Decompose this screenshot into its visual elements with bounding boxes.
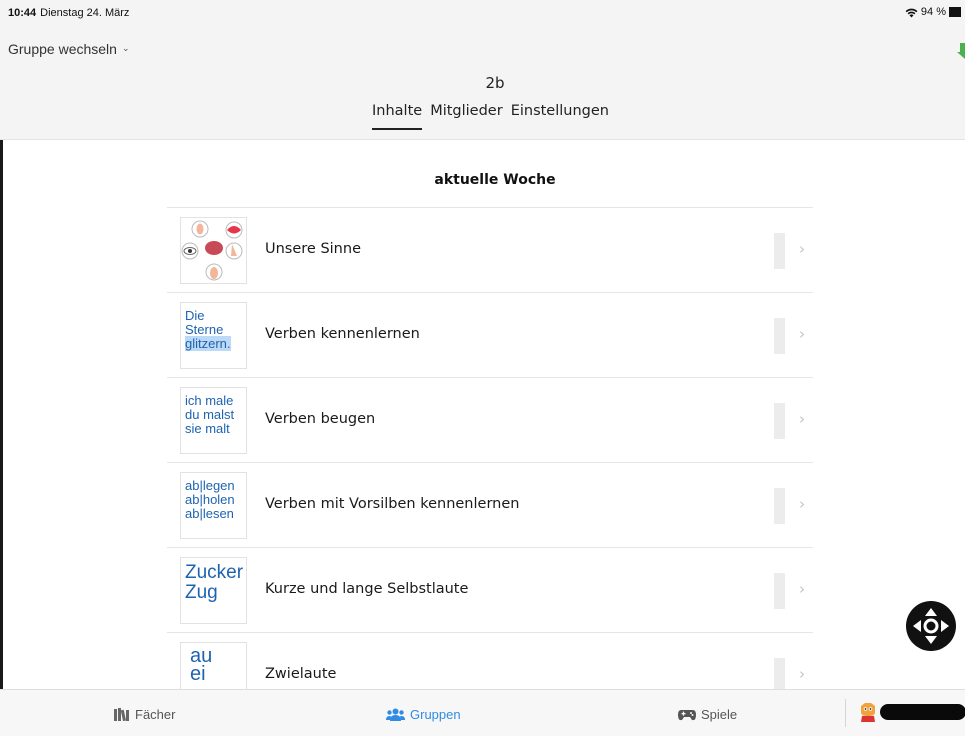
group-header: Gruppe wechseln ⌄ 2b Inhalte Mitglieder … bbox=[0, 30, 965, 140]
progress-bar bbox=[774, 318, 785, 354]
group-title: 2b bbox=[485, 74, 505, 92]
senses-illustration bbox=[181, 220, 243, 281]
thumb-line: Zug bbox=[185, 582, 218, 603]
tab-separator bbox=[845, 699, 846, 727]
bottom-tab-bar: Fächer Gruppen Spiele bbox=[0, 689, 965, 736]
tab-faecher[interactable]: Fächer bbox=[114, 707, 175, 722]
item-thumbnail: ich male du malst sie malt bbox=[180, 387, 247, 454]
battery-percent: 94 % bbox=[920, 6, 946, 18]
tab-mitglieder[interactable]: Mitglieder bbox=[430, 103, 503, 130]
progress-bar bbox=[774, 403, 785, 439]
chevron-down-icon: ⌄ bbox=[121, 42, 130, 53]
list-item[interactable]: Unsere Sinne › bbox=[167, 207, 813, 292]
thumbnail-text: au ei bbox=[190, 646, 212, 685]
direction-pad-icon bbox=[913, 608, 949, 644]
item-thumbnail: ab|legen ab|holen ab|lesen bbox=[180, 472, 247, 539]
item-thumbnail: Zucker Zug bbox=[180, 557, 247, 624]
wifi-icon bbox=[905, 8, 918, 17]
chevron-right-icon: › bbox=[799, 495, 805, 513]
section-title: aktuelle Woche bbox=[434, 172, 556, 188]
item-title: Verben beugen bbox=[265, 411, 376, 427]
content-list: Unsere Sinne › Die Sterne glitzern. Verb… bbox=[167, 207, 813, 717]
progress-bar bbox=[774, 233, 785, 269]
highlighted-word: glitzern. bbox=[185, 336, 231, 351]
status-bar: 10:44 Dienstag 24. März 94 % bbox=[0, 0, 965, 30]
thumb-line: ab|lesen bbox=[185, 506, 234, 521]
thumb-line: Die bbox=[185, 308, 205, 323]
list-item[interactable]: ab|legen ab|holen ab|lesen Verben mit Vo… bbox=[167, 462, 813, 547]
tab-faecher-label: Fächer bbox=[135, 707, 176, 722]
group-tabs: Inhalte Mitglieder Einstellungen bbox=[372, 103, 609, 130]
chevron-right-icon: › bbox=[799, 240, 805, 258]
profile-button[interactable] bbox=[859, 702, 965, 722]
books-icon bbox=[114, 708, 129, 721]
list-item[interactable]: ich male du malst sie malt Verben beugen… bbox=[167, 377, 813, 462]
group-switch-button[interactable]: Gruppe wechseln ⌄ bbox=[8, 41, 130, 57]
tab-spiele-label: Spiele bbox=[701, 707, 738, 722]
thumbnail-text: ich male du malst sie malt bbox=[185, 394, 234, 436]
chevron-right-icon: › bbox=[799, 325, 805, 343]
chevron-right-icon: › bbox=[799, 410, 805, 428]
thumb-line: du malst bbox=[185, 407, 235, 422]
thumb-line: ich male bbox=[185, 393, 234, 408]
item-title: Unsere Sinne bbox=[265, 241, 361, 257]
thumbnail-text: Die Sterne glitzern. bbox=[185, 309, 231, 351]
thumbnail-text: ab|legen ab|holen ab|lesen bbox=[185, 479, 235, 521]
battery-icon bbox=[949, 7, 961, 17]
navigation-control[interactable] bbox=[906, 601, 956, 651]
thumb-line: sie malt bbox=[185, 421, 230, 436]
progress-bar bbox=[774, 573, 785, 609]
thumb-line-highlight: glitzern. bbox=[185, 336, 231, 351]
tab-gruppen-label: Gruppen bbox=[410, 707, 461, 722]
chevron-right-icon: › bbox=[799, 665, 805, 683]
progress-bar bbox=[774, 488, 785, 524]
status-right: 94 % bbox=[905, 6, 961, 18]
group-icon bbox=[386, 708, 405, 721]
list-item[interactable]: Die Sterne glitzern. Verben kennenlernen… bbox=[167, 292, 813, 377]
item-title: Verben kennenlernen bbox=[265, 326, 420, 342]
item-title: Kurze und lange Selbstlaute bbox=[265, 581, 469, 597]
gamepad-icon bbox=[678, 709, 696, 720]
thumb-line: ab|legen bbox=[185, 478, 235, 493]
item-thumbnail: Die Sterne glitzern. bbox=[180, 302, 247, 369]
item-title: Zwielaute bbox=[265, 666, 337, 682]
avatar-icon bbox=[861, 703, 875, 722]
thumb-line: ab|holen bbox=[185, 492, 235, 507]
status-time-value: 10:44 bbox=[8, 7, 37, 19]
thumbnail-text: Zucker Zug bbox=[185, 563, 243, 603]
thumb-line: Zucker bbox=[185, 562, 244, 583]
group-switch-label: Gruppe wechseln bbox=[8, 41, 117, 57]
redacted-username bbox=[880, 704, 965, 720]
status-time: 10:44 Dienstag 24. März bbox=[8, 7, 129, 19]
tab-einstellungen[interactable]: Einstellungen bbox=[511, 103, 609, 130]
tab-spiele[interactable]: Spiele bbox=[678, 707, 737, 722]
chevron-right-icon: › bbox=[799, 580, 805, 598]
item-title: Verben mit Vorsilben kennenlernen bbox=[265, 496, 520, 512]
thumb-line: ei bbox=[190, 663, 206, 685]
senses-thumbnail bbox=[180, 217, 247, 284]
tab-inhalte[interactable]: Inhalte bbox=[372, 103, 423, 130]
thumb-line: Sterne bbox=[185, 322, 224, 337]
tab-gruppen[interactable]: Gruppen bbox=[386, 707, 461, 722]
status-date: Dienstag 24. März bbox=[40, 7, 130, 19]
list-item[interactable]: Zucker Zug Kurze und lange Selbstlaute › bbox=[167, 547, 813, 632]
download-arrow-icon[interactable] bbox=[957, 43, 965, 59]
